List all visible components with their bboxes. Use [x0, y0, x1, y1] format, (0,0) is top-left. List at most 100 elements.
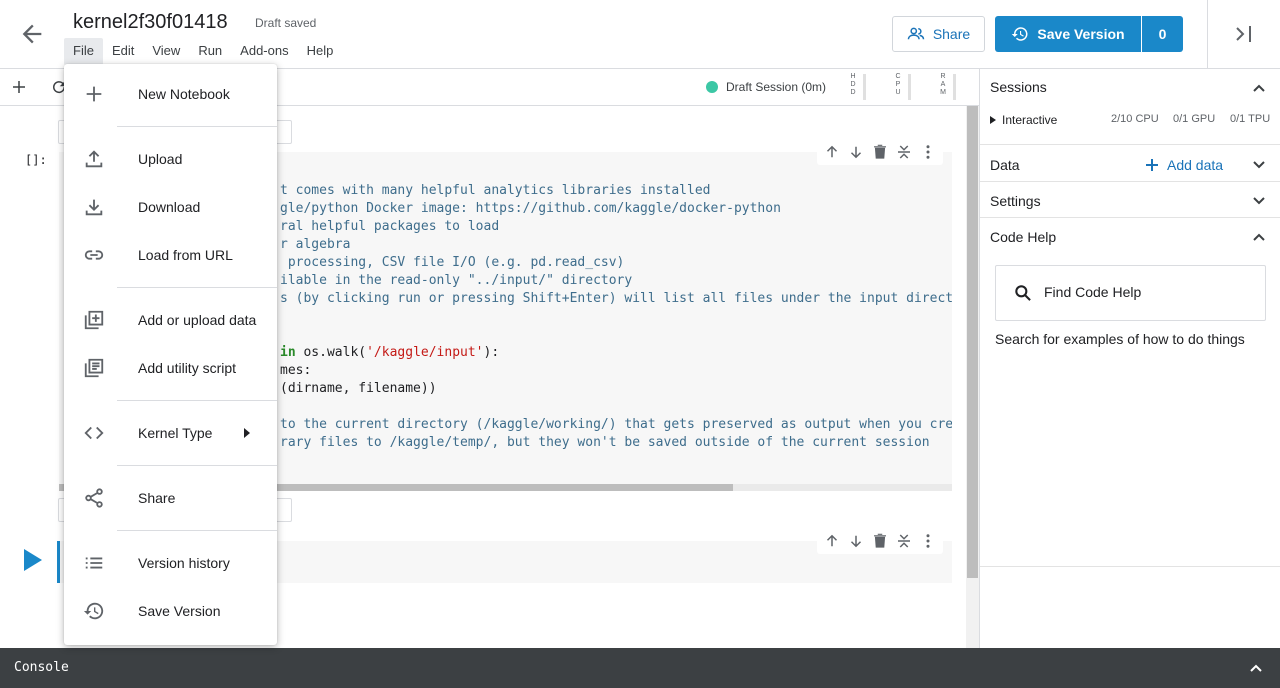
menu-item-label: New Notebook [138, 86, 230, 102]
library-icon [84, 358, 104, 378]
more-options-icon[interactable] [919, 532, 937, 550]
menu-item-save-version[interactable]: Save Version [64, 589, 277, 633]
tpu-usage: 0/1 TPU [1230, 113, 1271, 125]
menu-item-add-data[interactable]: Add or upload data [64, 298, 277, 342]
share-button[interactable]: Share [892, 16, 985, 52]
cpu-usage: 2/10 CPU [1111, 113, 1159, 125]
more-options-icon[interactable] [919, 143, 937, 161]
history-icon [1012, 27, 1028, 41]
run-cell-icon[interactable] [22, 547, 44, 573]
menu-separator [117, 126, 277, 127]
data-title[interactable]: Data [990, 157, 1020, 173]
list-icon [85, 557, 103, 569]
code-line: r algebra [280, 237, 351, 252]
share-label: Share [932, 26, 971, 42]
file-menu-dropdown: New Notebook Upload Download Load from U… [64, 64, 277, 645]
menu-item-label: Add or upload data [138, 312, 257, 328]
menu-separator [117, 465, 277, 466]
code-line: processing, CSV file I/O (e.g. pd.read_c… [280, 255, 625, 270]
menu-item-label: Version history [138, 555, 230, 571]
menu-file[interactable]: File [64, 38, 103, 65]
header: kernel2f30f01418 Draft saved File Edit V… [0, 0, 1280, 69]
active-cell-indicator [57, 541, 60, 583]
chevron-down-icon[interactable] [1251, 193, 1267, 209]
menu-help[interactable]: Help [298, 38, 343, 65]
menu-item-label: Download [138, 199, 201, 215]
menu-item-label: Kernel Type [138, 425, 213, 441]
console-bar[interactable]: Console [0, 648, 1280, 688]
session-label[interactable]: Draft Session (0m) [726, 80, 826, 94]
save-version-button[interactable]: Save Version [995, 16, 1141, 52]
header-divider [1207, 0, 1208, 69]
add-cell-icon[interactable] [10, 77, 28, 97]
people-icon [907, 27, 925, 40]
upload-icon [85, 150, 103, 168]
settings-section: Settings [980, 182, 1280, 218]
chevron-up-icon[interactable] [1248, 660, 1264, 676]
move-down-icon[interactable] [847, 143, 865, 161]
chevron-up-icon[interactable] [1251, 229, 1267, 245]
cell-prompt: []: [25, 153, 47, 167]
menu-bar: File Edit View Run Add-ons Help [64, 38, 342, 65]
notebook-title[interactable]: kernel2f30f01418 [73, 11, 228, 34]
code-line: ral helpful packages to load [280, 219, 500, 234]
menu-separator [117, 400, 277, 401]
settings-title[interactable]: Settings [990, 193, 1041, 209]
sessions-title[interactable]: Sessions [990, 79, 1047, 95]
chevron-up-icon[interactable] [1251, 80, 1267, 96]
menu-edit[interactable]: Edit [103, 38, 143, 65]
move-up-icon[interactable] [823, 143, 841, 161]
code-editor[interactable]: t comes with many helpful analytics libr… [280, 164, 952, 488]
add-data-button[interactable]: Add data [1145, 157, 1223, 173]
search-icon [1015, 285, 1031, 301]
menu-item-share[interactable]: Share [64, 476, 277, 520]
gpu-usage: 0/1 GPU [1173, 113, 1216, 125]
delete-icon[interactable] [871, 532, 889, 550]
menu-item-label: Add utility script [138, 360, 237, 376]
menu-view[interactable]: View [143, 38, 189, 65]
hdd-meter-bar [863, 74, 866, 100]
ram-meter-label: R A M [940, 73, 946, 96]
move-down-icon[interactable] [847, 532, 865, 550]
vertical-scrollbar-thumb[interactable] [967, 106, 978, 578]
chevron-down-icon[interactable] [1251, 157, 1267, 173]
menu-item-version-history[interactable]: Version history [64, 541, 277, 585]
cpu-meter-label: C P U [895, 73, 901, 96]
menu-item-upload[interactable]: Upload [64, 137, 277, 181]
collapse-panel-icon[interactable] [1232, 22, 1256, 46]
menu-add-ons[interactable]: Add-ons [231, 38, 297, 65]
version-count-button[interactable]: 0 [1142, 16, 1183, 52]
plus-icon [1146, 159, 1158, 171]
code-help-title[interactable]: Code Help [990, 229, 1056, 245]
delete-icon[interactable] [871, 143, 889, 161]
collapse-cell-icon[interactable] [895, 532, 913, 550]
code-icon [84, 426, 104, 440]
find-code-help-button[interactable]: Find Code Help [995, 265, 1266, 321]
code-line: t comes with many helpful analytics libr… [280, 183, 711, 198]
code-help-description: Search for examples of how to do things [995, 331, 1245, 347]
move-up-icon[interactable] [823, 532, 841, 550]
menu-item-label: Share [138, 490, 176, 506]
code-line: ilable in the read-only "../input/" dire… [280, 273, 633, 288]
menu-item-new-notebook[interactable]: New Notebook [64, 72, 277, 116]
menu-item-kernel-type[interactable]: Kernel Type [64, 411, 277, 455]
collapse-cell-icon[interactable] [895, 143, 913, 161]
menu-item-load-from-url[interactable]: Load from URL [64, 233, 277, 277]
save-version-label: Save Version [1037, 26, 1125, 42]
ram-meter-bar [953, 74, 956, 100]
right-panel: Sessions Interactive 2/10 CPU 0/1 GPU 0/… [979, 69, 1280, 648]
interactive-session[interactable]: Interactive [990, 113, 1057, 127]
menu-item-download[interactable]: Download [64, 185, 277, 229]
menu-run[interactable]: Run [189, 38, 231, 65]
menu-item-add-utility-script[interactable]: Add utility script [64, 346, 277, 390]
plus-icon [86, 86, 102, 102]
add-data-label: Add data [1167, 157, 1224, 173]
menu-separator [117, 530, 277, 531]
share-icon [85, 488, 103, 508]
code-line-loop: in os.walk('/kaggle/input'): [280, 345, 500, 360]
back-arrow-icon[interactable] [18, 20, 46, 48]
code-line: rary files to /kaggle/temp/, but they wo… [280, 435, 930, 450]
